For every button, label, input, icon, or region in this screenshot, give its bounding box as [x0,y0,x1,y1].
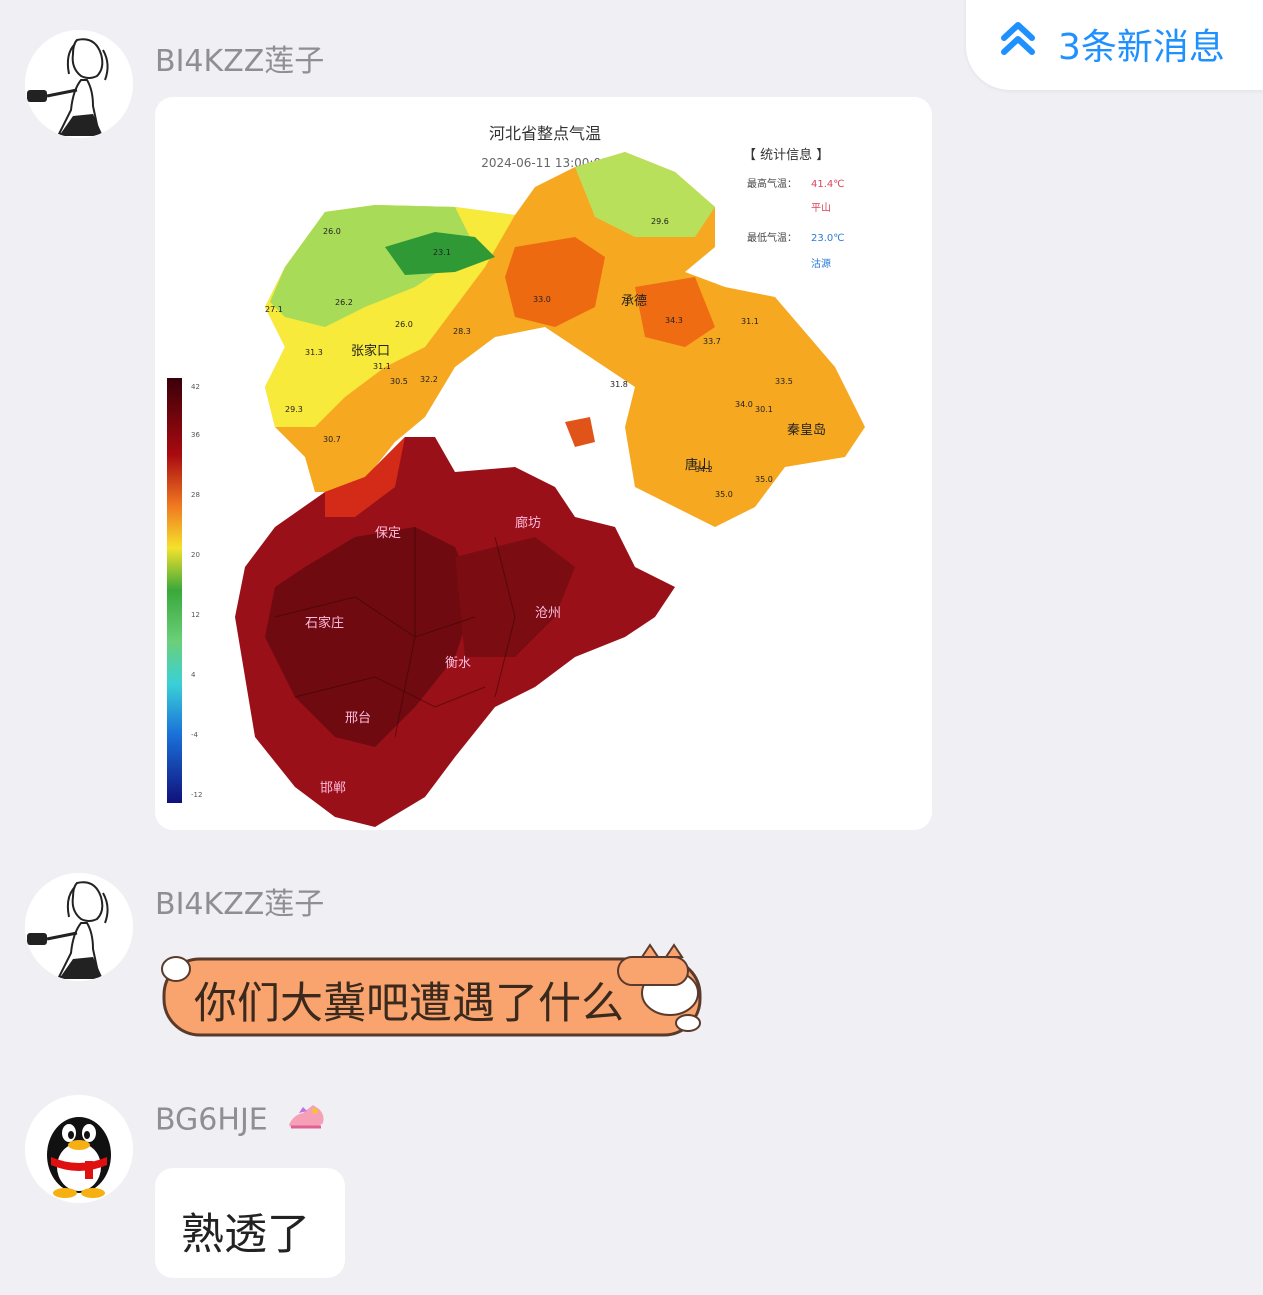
svg-text:29.3: 29.3 [285,405,303,414]
svg-text:34.2: 34.2 [695,465,713,474]
svg-text:邢台: 邢台 [345,711,371,726]
svg-text:35.0: 35.0 [755,475,773,484]
svg-text:28.3: 28.3 [453,327,471,336]
svg-text:31.1: 31.1 [741,317,759,326]
svg-text:26.0: 26.0 [395,320,413,329]
message-text: 你们大冀吧遭遇了什么 [194,979,624,1029]
svg-text:30.1: 30.1 [755,405,773,414]
svg-text:邯郸: 邯郸 [320,781,346,796]
svg-text:26.2: 26.2 [335,298,353,307]
svg-text:34.0: 34.0 [735,400,753,409]
stats-header: 【 统计信息 】 [743,147,829,163]
map-title: 河北省整点气温 [489,124,601,143]
svg-text:34.3: 34.3 [665,316,683,325]
svg-text:承德: 承德 [621,294,647,309]
svg-text:沧州: 沧州 [535,605,561,621]
new-messages-label: 3条新消息 [1058,27,1225,68]
svg-text:23.1: 23.1 [433,248,451,257]
svg-text:-4: -4 [191,731,199,739]
svg-text:30.7: 30.7 [323,435,341,444]
svg-text:最高气温：: 最高气温： [747,177,797,190]
svg-text:30.5: 30.5 [390,377,408,386]
svg-text:石家庄: 石家庄 [305,615,344,631]
svg-text:沽源: 沽源 [811,257,831,270]
svg-text:35.0: 35.0 [715,490,733,499]
svg-text:36: 36 [191,431,200,439]
anime-girl-avatar-icon [25,30,133,138]
svg-text:29.6: 29.6 [651,217,669,226]
svg-text:4: 4 [191,671,196,679]
svg-text:张家口: 张家口 [351,343,390,359]
message-text: 熟透了 [181,1210,310,1260]
svg-text:保定: 保定 [375,526,401,541]
anime-girl-avatar-icon [25,873,133,981]
svg-text:42: 42 [191,383,200,391]
svg-text:41.4℃: 41.4℃ [811,179,845,190]
svg-text:秦皇岛: 秦皇岛 [787,422,826,438]
svg-text:衡水: 衡水 [445,656,471,671]
color-scale-bar [167,378,182,803]
svg-text:最低气温：: 最低气温： [747,231,797,244]
qq-penguin-avatar-icon [25,1095,133,1203]
svg-text:27.1: 27.1 [265,305,283,314]
svg-text:23.0℃: 23.0℃ [811,233,845,244]
svg-text:32.2: 32.2 [420,375,438,384]
svg-text:12: 12 [191,611,200,619]
shoe-badge-icon [285,1101,327,1141]
avatar[interactable] [25,1095,133,1203]
new-messages-button[interactable]: 3条新消息 [966,0,1263,90]
message-bubble-fox[interactable]: 你们大冀吧遭遇了什么 [158,943,706,1041]
sender-name: BI4KZZ莲子 [155,887,325,922]
sender-name: BG6HJE [155,1101,327,1141]
avatar[interactable] [25,873,133,981]
svg-text:20: 20 [191,551,200,559]
message-bubble[interactable]: 熟透了 [155,1168,345,1278]
svg-text:31.8: 31.8 [610,380,628,389]
sender-name: BI4KZZ莲子 [155,44,325,79]
svg-text:33.0: 33.0 [533,295,551,304]
double-chevron-up-icon [1000,18,1036,62]
svg-text:廊坊: 廊坊 [515,515,541,531]
svg-text:33.7: 33.7 [703,337,721,346]
avatar[interactable] [25,30,133,138]
svg-text:31.3: 31.3 [305,348,323,357]
image-message-weather-map[interactable]: 42 36 28 20 12 4 -4 -12 河北省整点气温 2024-06-11 13… [155,97,932,830]
svg-text:26.0: 26.0 [323,227,341,236]
svg-text:33.5: 33.5 [775,377,793,386]
svg-text:-12: -12 [191,791,202,799]
svg-text:平山: 平山 [811,202,831,214]
svg-text:31.1: 31.1 [373,362,391,371]
svg-text:28: 28 [191,491,200,499]
